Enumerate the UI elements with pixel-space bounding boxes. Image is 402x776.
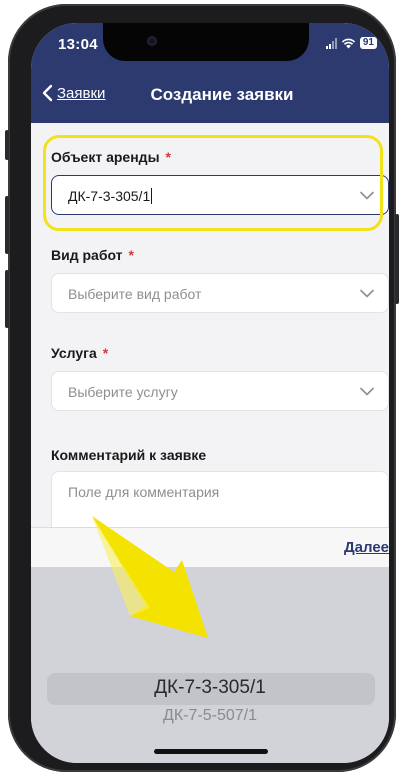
work-type-placeholder: Выберите вид работ — [68, 286, 202, 302]
status-icons: 91 — [325, 37, 377, 49]
picker-option[interactable]: ДК-7-5-507/1 — [31, 707, 389, 725]
chevron-down-icon — [360, 191, 374, 200]
required-mark: * — [165, 149, 171, 165]
screen: 13:04 91 Заявки Создание заявки Объект а… — [31, 23, 389, 763]
rental-object-select[interactable]: ДК-7-3-305/1 — [51, 175, 389, 215]
picker-toolbar: Далее — [31, 527, 389, 568]
service-label-text: Услуга — [51, 345, 97, 361]
volume-down-button — [5, 270, 9, 328]
silent-switch — [5, 130, 9, 160]
home-indicator — [154, 749, 268, 754]
required-mark: * — [128, 247, 134, 263]
service-label: Услуга * — [51, 345, 108, 361]
chevron-down-icon — [360, 289, 374, 298]
comment-label-text: Комментарий к заявке — [51, 447, 207, 463]
rental-object-label-text: Объект аренды — [51, 149, 160, 165]
next-button[interactable]: Далее — [344, 539, 389, 556]
status-bar: 13:04 91 — [31, 23, 389, 69]
power-button — [395, 214, 399, 304]
page-title: Создание заявки — [150, 85, 294, 104]
required-mark: * — [102, 345, 109, 361]
chevron-down-icon — [360, 387, 374, 396]
battery-icon: 91 — [359, 37, 377, 49]
rental-object-value: ДК-7-3-305/1 — [68, 188, 153, 204]
navigation-bar: Заявки Создание заявки — [31, 69, 389, 123]
picker-option-selected[interactable]: ДК-7-3-305/1 — [31, 677, 389, 699]
rental-object-value-text: ДК-7-3-305/1 — [68, 188, 151, 204]
notch — [103, 23, 309, 61]
wifi-icon — [341, 38, 356, 49]
status-time: 13:04 — [58, 36, 98, 53]
service-select[interactable]: Выберите услугу — [51, 371, 389, 411]
work-type-label: Вид работ * — [51, 247, 134, 263]
rental-object-label: Объект аренды * — [51, 149, 171, 165]
service-placeholder: Выберите услугу — [68, 384, 178, 400]
wheel-picker[interactable]: ДК-7-3-305/1 ДК-7-5-507/1 — [31, 567, 389, 763]
phone-frame: 13:04 91 Заявки Создание заявки Объект а… — [5, 4, 399, 772]
volume-up-button — [5, 196, 9, 254]
work-type-label-text: Вид работ — [51, 247, 123, 263]
front-camera — [147, 36, 157, 46]
signal-icon — [325, 37, 337, 49]
text-cursor — [151, 188, 153, 204]
comment-placeholder: Поле для комментария — [68, 484, 220, 500]
comment-label: Комментарий к заявке — [51, 447, 206, 463]
work-type-select[interactable]: Выберите вид работ — [51, 273, 389, 313]
